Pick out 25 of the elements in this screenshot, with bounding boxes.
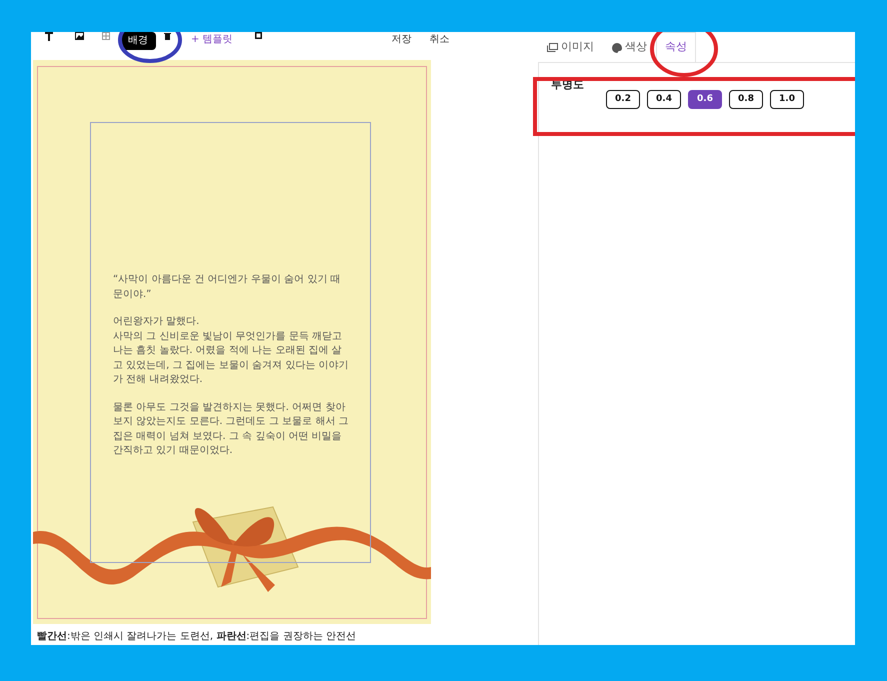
square-icon[interactable] [254, 32, 262, 39]
opacity-option-button[interactable]: 0.8 [729, 90, 763, 108]
background-button[interactable]: 배경 [120, 32, 156, 50]
panel-tab[interactable]: 이미지 [538, 32, 603, 62]
body-paragraph: 물론 아무도 그것을 발견하지는 못했다. 어쩌면 찾아보지 않았는지도 모른다. 그런데도 그 보물로 해서 그 집은 매력이 넘쳐 보였다. 그 속 깊숙이 어떤 비밀을 간직하고 있기 때문이었다. [113, 400, 350, 458]
opacity-option-button[interactable]: 0.2 [606, 90, 640, 108]
highlight-circle-drawing [649, 32, 719, 78]
panel-tab[interactable]: 색상 [603, 32, 656, 62]
text-icon[interactable] [45, 32, 53, 41]
opacity-option-button[interactable]: 0.4 [647, 90, 681, 108]
save-link[interactable]: 저장 [392, 32, 412, 47]
photos-icon [547, 43, 558, 52]
trash-icon[interactable] [164, 32, 171, 40]
body-paragraph: “사막이 아름다운 건 어디엔가 우물이 숨어 있기 때문이야.” [113, 273, 342, 302]
image-icon[interactable] [75, 32, 84, 40]
highlight-circle-drawing [117, 32, 183, 66]
opacity-option-button[interactable]: 1.0 [770, 90, 804, 108]
opacity-option-button[interactable]: 0.6 [688, 90, 722, 108]
panel-tab[interactable]: 속성 [656, 32, 696, 62]
cancel-link[interactable]: 취소 [430, 32, 450, 47]
body-paragraph: 어린왕자가 말했다. 사막의 그 신비로운 빛남이 무엇인가를 문득 깨닫고 나는 흠칫 놀랐다. 어렸을 적에 나는 오래된 집에 살고 있었는데, 그 집에는 보물이 숨겨져 있다는 이야기가 전해 내려왔었다. [113, 315, 350, 387]
grid-icon[interactable] [102, 32, 110, 40]
guide-legend-text: 빨간선:밖은 인쇄시 잘려나가는 도련선, 파란선:편집을 권장하는 안전선 [37, 630, 357, 644]
template-link[interactable]: + 템플릿 [191, 32, 233, 47]
palette-icon [612, 42, 622, 52]
